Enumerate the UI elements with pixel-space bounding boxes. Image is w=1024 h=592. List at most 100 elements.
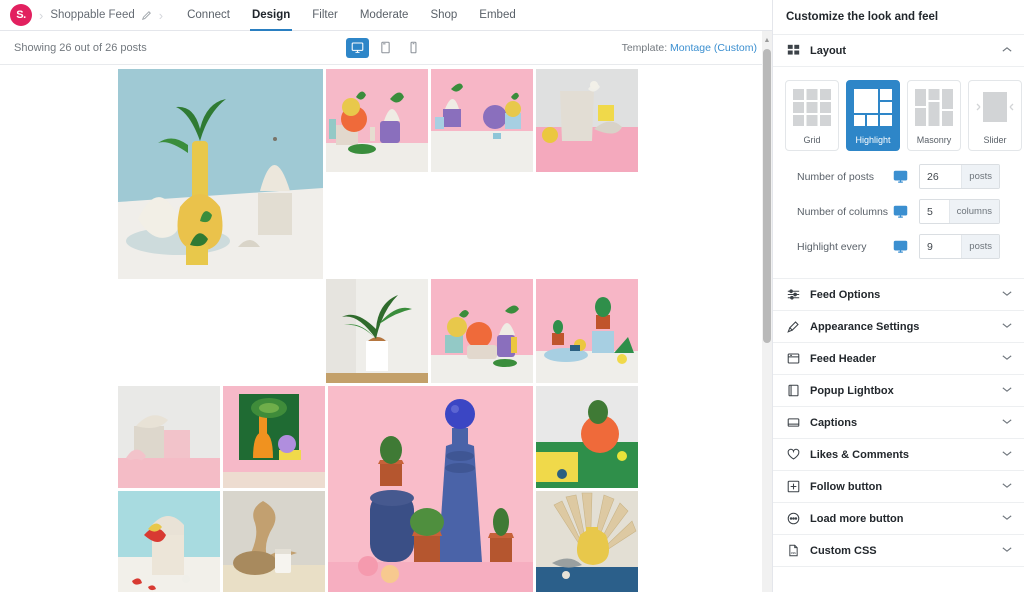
chevron-down-icon[interactable] [1002,482,1012,491]
tab-connect[interactable]: Connect [176,0,241,31]
field-highlight-every: Highlight every 9 posts [797,233,1000,260]
layout-option-highlight[interactable]: Highlight [846,80,900,151]
layout-option-slider-label: Slider [983,133,1006,147]
post-tile-3[interactable] [431,69,533,172]
css-file-icon: css [785,544,801,557]
tab-shop[interactable]: Shop [419,0,468,31]
post-tile-10-highlight[interactable] [328,386,533,592]
ellipsis-circle-icon [785,512,801,525]
post-tile-2[interactable] [326,69,428,172]
field-suffix: posts [961,165,999,188]
device-desktop-button[interactable] [346,38,369,58]
feed-row [326,279,638,383]
accordion-appearance-settings[interactable]: Appearance Settings [773,311,1024,343]
field-value[interactable]: 5 [920,200,949,223]
nav-tabs: Connect Design Filter Moderate Shop Embe… [176,0,527,31]
sliders-icon [785,288,801,301]
device-tablet-button[interactable] [374,38,397,58]
chevron-down-icon[interactable] [1002,290,1012,299]
breadcrumb-separator-icon: › [39,8,43,23]
post-tile-5[interactable] [326,279,428,383]
number-of-columns-input[interactable]: 5 columns [919,199,1000,224]
field-suffix: posts [961,235,999,258]
svg-text:css: css [790,551,795,555]
tab-embed[interactable]: Embed [468,0,526,31]
desktop-icon[interactable] [893,204,919,219]
post-tile-8[interactable] [118,386,220,488]
layout-option-slider[interactable]: Slider [968,80,1022,151]
grid-icon [785,44,801,57]
scrollbar-thumb[interactable] [763,49,771,343]
chevron-down-icon[interactable] [1002,354,1012,363]
tab-filter[interactable]: Filter [301,0,349,31]
pencil-icon[interactable] [141,10,152,21]
accordion-layout-header[interactable]: Layout [773,35,1024,67]
layout-option-grid[interactable]: Grid [785,80,839,151]
post-tile-9[interactable] [223,386,325,488]
layout-options: Grid Highlight [785,80,1012,151]
desktop-icon[interactable] [893,169,919,184]
panel-title: Customize the look and feel [773,0,1024,35]
post-tile-7[interactable] [536,279,638,383]
field-number-of-columns: Number of columns 5 columns [797,198,1000,225]
chevron-down-icon[interactable] [1002,386,1012,395]
layout-option-highlight-label: Highlight [855,133,890,147]
accordion-feed-header[interactable]: Feed Header [773,343,1024,375]
accordion-label: Popup Lightbox [810,385,1002,397]
accordion-feed-options[interactable]: Feed Options [773,279,1024,311]
chevron-down-icon[interactable] [1002,418,1012,427]
chevron-up-icon[interactable] [1002,46,1012,55]
tab-design[interactable]: Design [241,0,301,31]
feed-row [118,69,638,279]
breadcrumb-separator-icon-2: › [159,8,163,23]
customize-panel: Customize the look and feel Layout [772,0,1024,592]
feed-grid [118,69,638,592]
post-tile-1[interactable] [118,69,323,279]
post-tile-12[interactable] [118,491,220,592]
accordion-custom-css[interactable]: css Custom CSS [773,535,1024,567]
tab-moderate[interactable]: Moderate [349,0,420,31]
field-number-of-posts: Number of posts 26 posts [797,163,1000,190]
field-suffix: columns [949,200,999,223]
template-value-link[interactable]: Montage (Custom) [670,42,757,54]
post-tile-4[interactable] [536,69,638,172]
preview-sub-bar: Showing 26 out of 26 posts [0,31,771,65]
field-value[interactable]: 26 [920,165,961,188]
accordion-label: Follow button [810,481,1002,493]
field-label: Highlight every [797,241,893,253]
highlight-every-input[interactable]: 9 posts [919,234,1000,259]
preview-scrollbar[interactable]: ▲ [762,31,772,592]
field-label: Number of columns [797,206,893,218]
accordion-label: Custom CSS [810,545,1002,557]
post-tile-11[interactable] [536,386,638,488]
chevron-down-icon[interactable] [1002,450,1012,459]
accordion-label: Load more button [810,513,1002,525]
chevron-down-icon[interactable] [1002,546,1012,555]
device-mobile-button[interactable] [402,38,425,58]
field-value[interactable]: 9 [920,235,961,258]
chevron-down-icon[interactable] [1002,322,1012,331]
app-logo[interactable]: S. [10,4,32,26]
layout-fields: Number of posts 26 posts Number of colum… [785,151,1012,272]
layout-option-grid-label: Grid [803,133,820,147]
post-tile-13[interactable] [223,491,325,592]
number-of-posts-input[interactable]: 26 posts [919,164,1000,189]
accordion-load-more-button[interactable]: Load more button [773,503,1024,535]
breadcrumb-feed-name[interactable]: Shoppable Feed [50,9,134,21]
accordion-captions[interactable]: Captions [773,407,1024,439]
feed-subrow [118,491,325,592]
desktop-icon[interactable] [893,239,919,254]
accordion-likes-comments[interactable]: Likes & Comments [773,439,1024,471]
chevron-down-icon[interactable] [1002,514,1012,523]
post-tile-6[interactable] [431,279,533,383]
post-tile-14[interactable] [536,491,638,592]
layout-option-masonry[interactable]: Masonry [907,80,961,151]
template-label: Template: [622,42,668,54]
plus-square-icon [785,480,801,493]
accordion-label: Appearance Settings [810,321,1002,333]
accordion-label: Captions [810,417,1002,429]
scroll-up-arrow-icon[interactable]: ▲ [762,37,772,44]
accordion-popup-lightbox[interactable]: Popup Lightbox [773,375,1024,407]
caption-icon [785,416,801,429]
accordion-follow-button[interactable]: Follow button [773,471,1024,503]
